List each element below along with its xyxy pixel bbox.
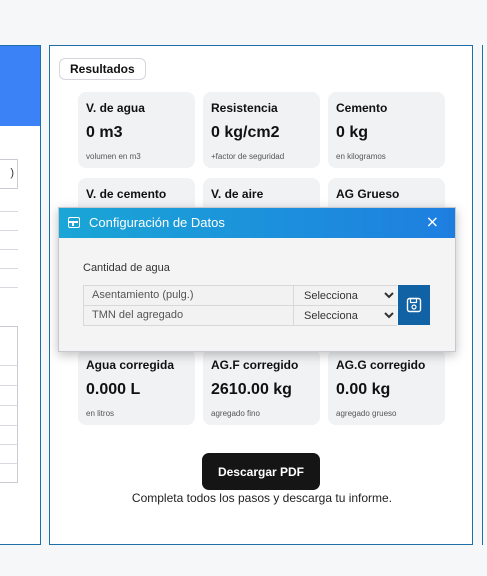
- card-subtitle: +factor de seguridad: [211, 152, 285, 161]
- card-title: Cemento: [336, 101, 388, 115]
- max-aggregate-size-row: TMN del agregado Selecciona: [83, 305, 397, 326]
- divider: [0, 268, 18, 269]
- divider: [0, 211, 18, 212]
- page: ) Resultados V. de agua 0 m3 volumen en …: [0, 0, 487, 576]
- result-card-strength: Resistencia 0 kg/cm2 +factor de segurida…: [203, 92, 320, 168]
- card-title: AG.F corregido: [211, 358, 299, 372]
- card-subtitle: en kilogramos: [336, 152, 386, 161]
- divider: [0, 249, 18, 250]
- result-card-coarse-aggregate-corrected: AG.G corregido 0.00 kg agregado grueso: [328, 349, 445, 425]
- slump-label: Asentamiento (pulg.): [92, 289, 194, 301]
- results-tag: Resultados: [59, 58, 146, 80]
- card-value: 0.00 kg: [336, 381, 391, 398]
- card-title: Resistencia: [211, 101, 278, 115]
- left-panel-header: [0, 46, 40, 126]
- card-title: Agua corregida: [86, 358, 175, 372]
- config-dialog: Configuración de Datos × Cantidad de agu…: [58, 207, 456, 352]
- divider: [0, 463, 18, 464]
- card-title: AG Grueso: [336, 187, 400, 201]
- result-card-water-volume: V. de agua 0 m3 volumen en m3: [78, 92, 195, 168]
- card-value: 2610.00 kg: [211, 381, 292, 398]
- card-subtitle: en litros: [86, 409, 115, 418]
- save-icon: [406, 297, 422, 313]
- dialog-header: Configuración de Datos ×: [59, 208, 455, 238]
- divider: [0, 385, 18, 386]
- result-card-corrected-water: Agua corregida 0.000 L en litros: [78, 349, 195, 425]
- max-aggregate-size-select[interactable]: Selecciona: [293, 306, 397, 325]
- slump-select[interactable]: Selecciona: [293, 286, 397, 305]
- water-quantity-label: Cantidad de agua: [83, 262, 170, 274]
- card-subtitle: agregado grueso: [336, 409, 397, 418]
- left-panel-field[interactable]: ): [0, 159, 18, 189]
- card-value: 0.000 L: [86, 381, 141, 398]
- divider: [0, 425, 18, 426]
- result-card-cement: Cemento 0 kg en kilogramos: [328, 92, 445, 168]
- card-title: V. de aire: [211, 187, 264, 201]
- left-panel-field-text: ): [10, 167, 14, 179]
- download-note: Completa todos los pasos y descarga tu i…: [131, 491, 393, 505]
- right-panel: [482, 45, 487, 545]
- save-button[interactable]: [398, 285, 430, 325]
- window-icon: [68, 217, 80, 228]
- divider: [0, 365, 18, 366]
- divider: [0, 444, 18, 445]
- card-value: 0 kg: [336, 124, 369, 141]
- download-pdf-button[interactable]: Descargar PDF: [202, 453, 320, 490]
- divider: [0, 405, 18, 406]
- divider: [0, 287, 18, 288]
- result-card-fine-aggregate-corrected: AG.F corregido 2610.00 kg agregado fino: [203, 349, 320, 425]
- dialog-title: Configuración de Datos: [89, 215, 225, 230]
- card-title: V. de cemento: [86, 187, 167, 201]
- card-title: V. de agua: [86, 101, 145, 115]
- card-title: AG.G corregido: [336, 358, 426, 372]
- left-panel-table: [0, 326, 18, 483]
- max-aggregate-size-label: TMN del agregado: [92, 309, 184, 321]
- card-value: 0 kg/cm2: [211, 124, 280, 141]
- close-button[interactable]: ×: [426, 213, 439, 231]
- slump-row: Asentamiento (pulg.) Selecciona: [83, 285, 397, 306]
- card-subtitle: volumen en m3: [86, 152, 141, 161]
- divider: [0, 230, 18, 231]
- left-panel: ): [0, 45, 41, 545]
- card-value: 0 m3: [86, 124, 123, 141]
- card-subtitle: agregado fino: [211, 409, 260, 418]
